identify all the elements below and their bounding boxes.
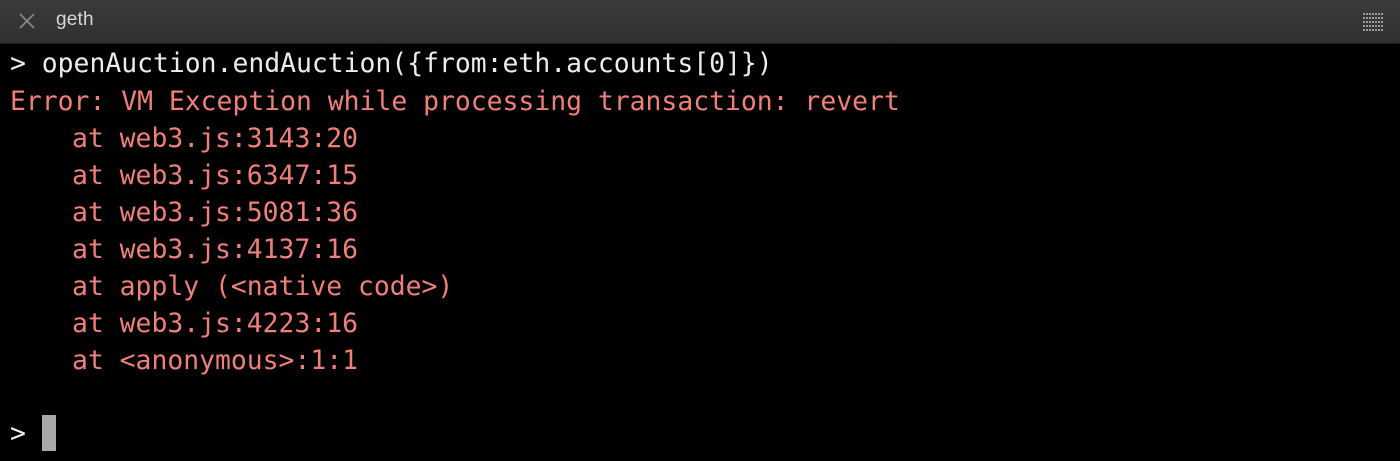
stack-trace-line: at <anonymous>:1:1 [72, 345, 358, 376]
stack-trace-line: at web3.js:5081:36 [72, 197, 358, 228]
title-bar: geth [0, 0, 1400, 44]
stack-trace-line: at web3.js:3143:20 [72, 123, 358, 154]
menu-grip-icon[interactable] [1363, 13, 1383, 35]
close-icon[interactable] [16, 10, 38, 32]
command-line: > openAuction.endAuction({from:eth.accou… [10, 48, 773, 79]
terminal-output[interactable]: > openAuction.endAuction({from:eth.accou… [0, 44, 1400, 461]
error-message: Error: VM Exception while processing tra… [10, 86, 900, 117]
stack-trace-line: at web3.js:4137:16 [72, 234, 358, 265]
window-title: geth [56, 9, 94, 30]
stack-trace-line: at web3.js:4223:16 [72, 308, 358, 339]
stack-trace-line: at apply (<native code>) [72, 271, 454, 302]
stack-trace-line: at web3.js:6347:15 [72, 160, 358, 191]
input-prompt: > [10, 418, 26, 449]
text-cursor[interactable] [42, 415, 56, 451]
